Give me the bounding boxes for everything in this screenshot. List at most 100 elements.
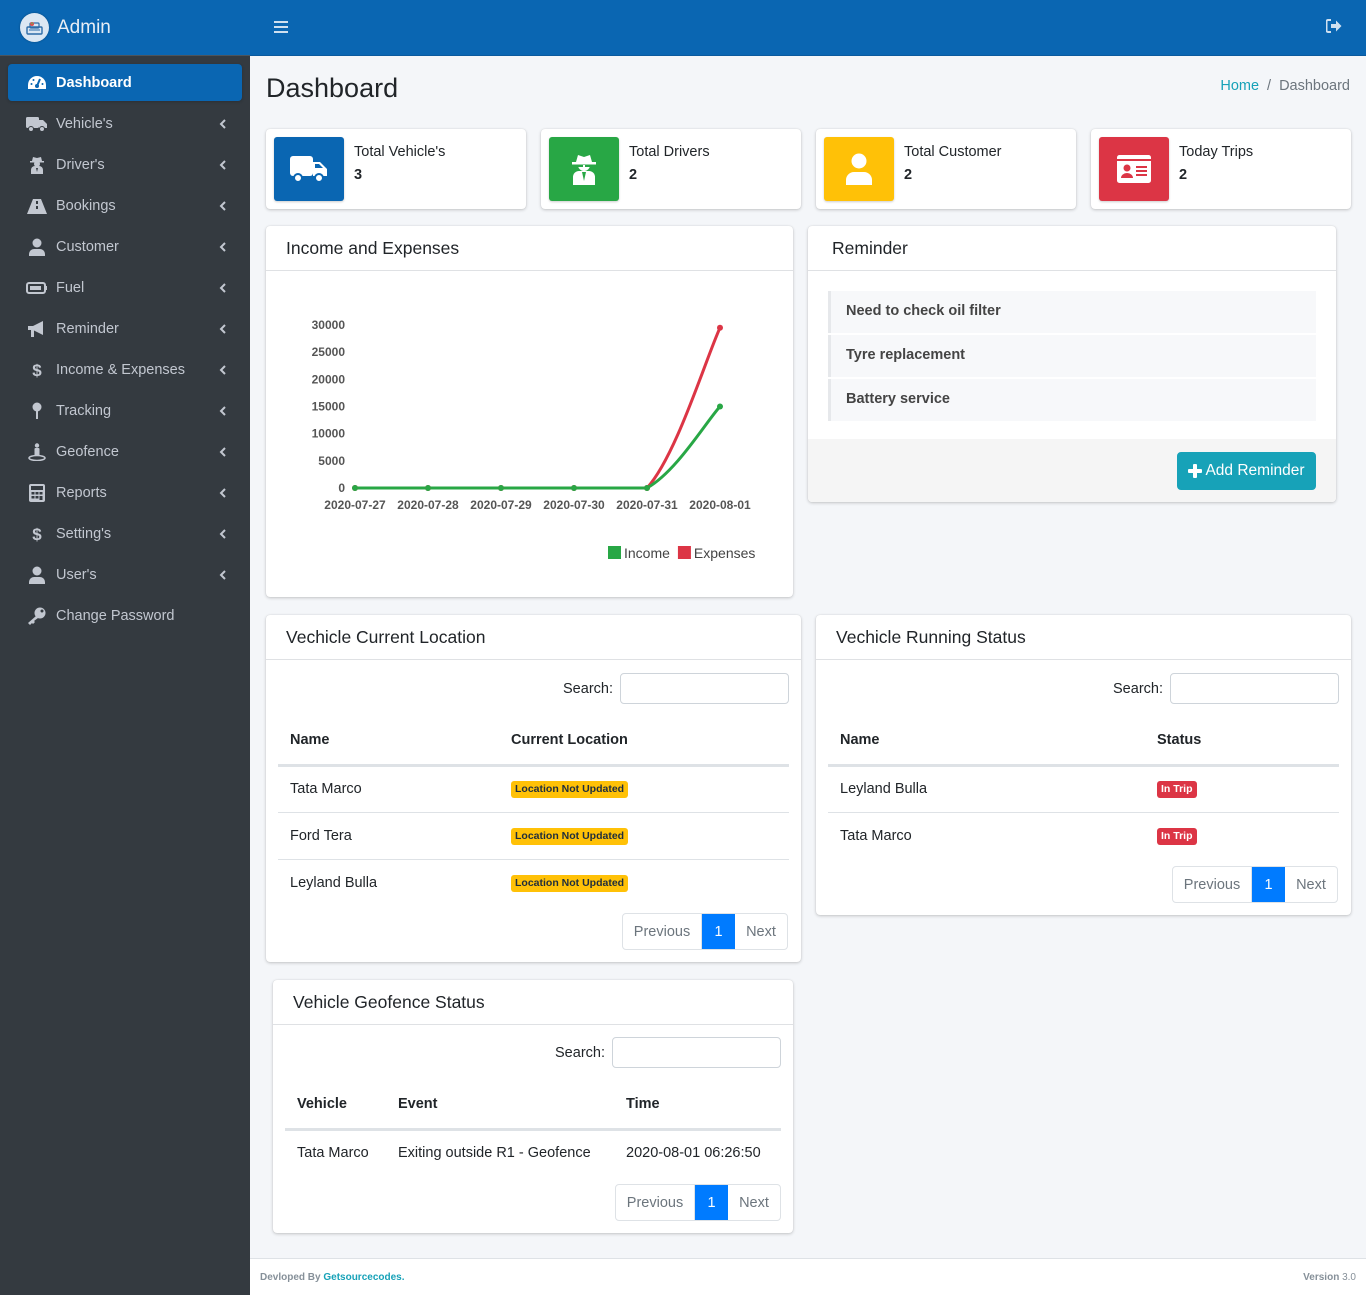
sidebar-item-label: Customer: [56, 238, 119, 255]
page-1-button[interactable]: 1: [695, 1185, 728, 1220]
footer-version: Version 3.0: [1303, 1272, 1356, 1283]
search-input[interactable]: [612, 1037, 781, 1068]
info-box-value: 2: [629, 167, 638, 183]
breadcrumb-home-link[interactable]: Home: [1220, 78, 1259, 94]
add-reminder-button[interactable]: Add Reminder: [1177, 452, 1316, 490]
sidebar-item-dashboard[interactable]: Dashboard: [8, 64, 242, 101]
brand-logo-icon: [20, 13, 49, 42]
sidebar-item-bookings[interactable]: Bookings: [8, 187, 242, 224]
data-point-income: [644, 485, 650, 491]
column-header-vehicle[interactable]: Vehicle: [285, 1081, 386, 1131]
sidebar-item-users[interactable]: User's: [8, 556, 242, 593]
map-pin-icon: [26, 401, 48, 421]
cell-time: 2020-08-01 06:26:50: [626, 1145, 761, 1162]
x-tick-label: 2020-08-01: [689, 498, 751, 512]
info-box-value: 2: [1179, 167, 1188, 183]
data-point-income: [717, 403, 723, 410]
chevron-left-icon: [218, 528, 228, 539]
chevron-left-icon: [218, 446, 228, 457]
previous-page-button[interactable]: Previous: [1173, 867, 1252, 902]
user-icon: [26, 565, 48, 585]
sidebar-item-geofence[interactable]: Geofence: [8, 433, 242, 470]
card-title: Vehicle Geofence Status: [273, 980, 793, 1025]
breadcrumb: Home / Dashboard: [1220, 78, 1350, 94]
info-box-today-trips[interactable]: Today Trips 2: [1091, 129, 1351, 209]
add-reminder-label: Add Reminder: [1205, 462, 1305, 479]
card-title: Reminder: [808, 226, 1336, 271]
data-point-income: [498, 485, 504, 491]
info-box-total-vehicles[interactable]: Total Vehicle's 3: [266, 129, 526, 209]
footer-company-link[interactable]: Getsourcecodes.: [323, 1272, 404, 1283]
dollar-icon: $: [26, 524, 48, 544]
info-box-label: Total Vehicle's: [354, 144, 446, 160]
page-1-button[interactable]: 1: [1252, 867, 1285, 902]
legend-swatch-income: [608, 546, 621, 559]
search-label: Search:: [555, 1044, 605, 1061]
search-input[interactable]: [1170, 673, 1339, 704]
column-header-status[interactable]: Status: [1145, 717, 1339, 767]
sign-out-icon[interactable]: [1325, 19, 1342, 35]
sidebar-item-settings[interactable]: $ Setting's: [8, 515, 242, 552]
sidebar-item-vehicles[interactable]: Vehicle's: [8, 105, 242, 142]
bars-icon[interactable]: [274, 20, 288, 34]
sidebar-item-label: Bookings: [56, 197, 116, 214]
vehicle-status-card: Vechicle Running Status Search: Name Sta…: [816, 615, 1351, 915]
status-badge: In Trip: [1157, 781, 1197, 798]
location-table: Name Current Location Tata Marco Locatio…: [278, 717, 789, 906]
y-tick-label: 5000: [318, 454, 345, 468]
sidebar-item-label: Income & Expenses: [56, 361, 185, 378]
column-header-name[interactable]: Name: [278, 717, 499, 767]
data-point-income: [425, 485, 431, 491]
sidebar-item-reminder[interactable]: Reminder: [8, 310, 242, 347]
calculator-icon: [26, 483, 48, 503]
status-badge: In Trip: [1157, 827, 1197, 845]
search-input[interactable]: [620, 673, 789, 704]
sidebar-item-label: Change Password: [56, 607, 175, 624]
id-card-icon: [1099, 137, 1169, 201]
sidebar-item-tracking[interactable]: Tracking: [8, 392, 242, 429]
sidebar-item-change-password[interactable]: Change Password: [8, 597, 242, 634]
series-line-expenses: [354, 327, 722, 490]
location-badge: Location Not Updated: [511, 827, 629, 845]
table-row: Leyland Bulla In Trip: [828, 765, 1339, 813]
status-table: Name Status Leyland Bulla In Trip Tata M…: [828, 717, 1339, 859]
y-tick-label: 20000: [312, 372, 346, 386]
y-tick-label: 10000: [312, 427, 346, 441]
card-title: Vechicle Current Location: [266, 615, 801, 660]
legend-label-income: Income: [624, 545, 670, 561]
next-page-button[interactable]: Next: [1285, 867, 1337, 902]
reminder-item[interactable]: Need to check oil filter: [828, 291, 1316, 333]
sidebar-item-reports[interactable]: Reports: [8, 474, 242, 511]
cell-name: Tata Marco: [278, 765, 499, 813]
page-1-button[interactable]: 1: [702, 914, 735, 949]
info-box-total-drivers[interactable]: Total Drivers 2: [541, 129, 801, 209]
sidebar-item-drivers[interactable]: Driver's: [8, 146, 242, 183]
column-header-name[interactable]: Name: [828, 717, 1145, 767]
previous-page-button[interactable]: Previous: [616, 1185, 695, 1220]
sidebar-item-income-expenses[interactable]: $ Income & Expenses: [8, 351, 242, 388]
column-header-event[interactable]: Event: [386, 1081, 614, 1131]
chevron-left-icon: [218, 118, 228, 129]
column-header-location[interactable]: Current Location: [499, 717, 789, 767]
footer-credit: Devloped By Getsourcecodes.: [260, 1272, 405, 1283]
bullhorn-icon: [26, 319, 48, 339]
tachometer-icon: [26, 73, 48, 93]
next-page-button[interactable]: Next: [735, 914, 787, 949]
info-box-total-customer[interactable]: Total Customer 2: [816, 129, 1076, 209]
next-page-button[interactable]: Next: [728, 1185, 780, 1220]
cell-event: Exiting outside R1 - Geofence: [398, 1145, 591, 1162]
footer-version-label: Version: [1303, 1272, 1340, 1283]
user-icon: [824, 137, 894, 201]
table-row: Tata Marco In Trip: [828, 812, 1339, 859]
reminder-item[interactable]: Tyre replacement: [828, 335, 1316, 377]
chevron-left-icon: [218, 159, 228, 170]
sidebar-item-customer[interactable]: Customer: [8, 228, 242, 265]
sidebar-item-fuel[interactable]: Fuel: [8, 269, 242, 306]
reminder-item[interactable]: Battery service: [828, 379, 1316, 421]
user-secret-icon: [26, 155, 48, 175]
previous-page-button[interactable]: Previous: [623, 914, 702, 949]
info-box-label: Total Drivers: [629, 144, 710, 160]
user-icon: [26, 237, 48, 257]
brand[interactable]: Admin: [0, 0, 250, 56]
column-header-time[interactable]: Time: [614, 1081, 781, 1131]
